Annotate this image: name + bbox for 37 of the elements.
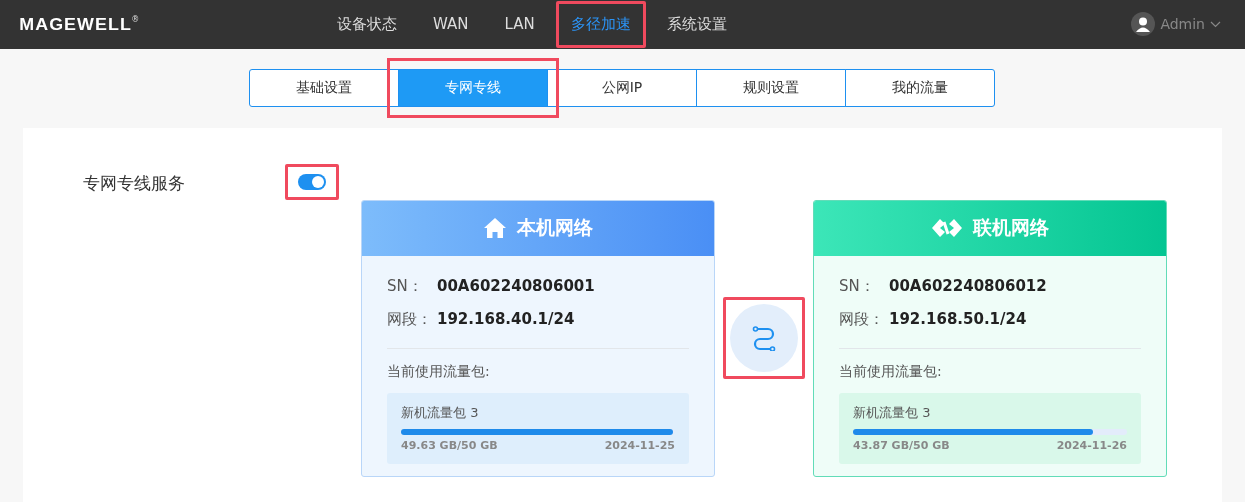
nav-item[interactable]: WAN bbox=[418, 1, 484, 48]
serial-text: 00A602240806012 bbox=[889, 277, 1047, 295]
tab[interactable]: 规则设置 bbox=[696, 69, 846, 107]
package-label: 当前使用流量包: bbox=[387, 362, 491, 381]
usage-text: 43.87 GB/50 GB bbox=[853, 438, 950, 452]
home-icon bbox=[483, 217, 507, 239]
route-icon bbox=[751, 325, 777, 351]
field-label: SN： bbox=[839, 276, 876, 296]
field-label: 网段： bbox=[839, 309, 885, 329]
nav-item[interactable]: 多径加速 bbox=[555, 1, 646, 48]
expiry-date: 2024-11-26 bbox=[1056, 438, 1127, 452]
tab[interactable]: 公网IP bbox=[547, 69, 697, 107]
user-menu[interactable]: Admin bbox=[1160, 16, 1205, 32]
registered-mark: ® bbox=[131, 14, 140, 24]
package-name: 新机流量包 3 bbox=[401, 403, 480, 422]
toggle-switch[interactable] bbox=[298, 174, 326, 190]
segment-text: 192.168.50.1/24 bbox=[889, 310, 1027, 328]
field-label: 网段： bbox=[387, 309, 433, 329]
nav-item[interactable]: 设备状态 bbox=[322, 1, 412, 48]
expiry-date: 2024-11-25 bbox=[604, 438, 675, 452]
tab[interactable]: 基础设置 bbox=[249, 69, 399, 107]
user-avatar-icon[interactable] bbox=[1131, 12, 1156, 36]
segment-text: 192.168.40.1/24 bbox=[437, 310, 575, 328]
serial-text: 00A602240806001 bbox=[437, 277, 595, 295]
card-title: 本机网络 bbox=[517, 215, 593, 240]
link-icon bbox=[931, 218, 963, 238]
tab[interactable]: 我的流量 bbox=[845, 69, 995, 107]
usage-text: 49.63 GB/50 GB bbox=[401, 438, 498, 452]
package-name: 新机流量包 3 bbox=[853, 403, 932, 422]
card-title: 联机网络 bbox=[973, 215, 1049, 240]
logo[interactable]: MAGEWELL bbox=[19, 14, 132, 35]
service-label: 专网专线服务 bbox=[83, 172, 186, 195]
field-label: SN： bbox=[387, 276, 424, 296]
nav-item[interactable]: 系统设置 bbox=[651, 1, 742, 48]
package-label: 当前使用流量包: bbox=[839, 362, 943, 381]
nav-item[interactable]: LAN bbox=[489, 1, 550, 48]
chevron-down-icon[interactable] bbox=[1210, 20, 1221, 28]
